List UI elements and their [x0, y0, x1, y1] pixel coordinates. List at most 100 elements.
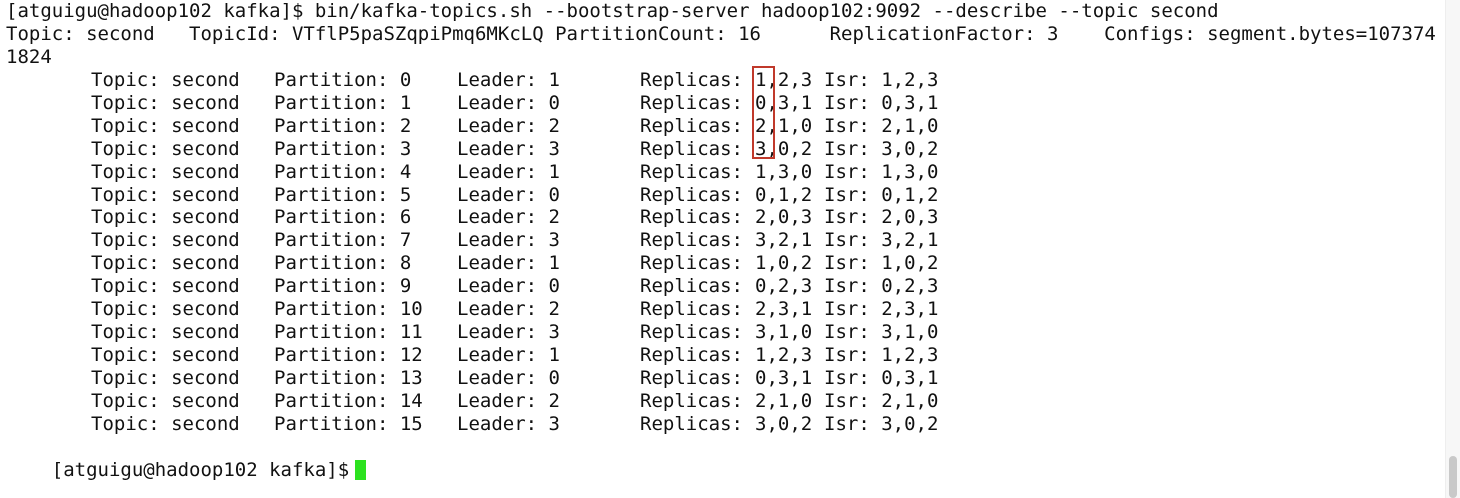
partition-replicas-label: Replicas:	[640, 343, 755, 366]
partition-topic: Topic: second	[91, 229, 240, 252]
partition-replicas-label: Replicas:	[640, 69, 755, 91]
partition-leader: Leader: 2	[457, 389, 560, 412]
partition-replicas: 2,1,0	[755, 389, 813, 412]
partition-leader: Leader: 1	[457, 343, 560, 366]
topic-summary-line: Topic: second TopicId: VTflP5paSZqpiPmq6…	[6, 23, 1436, 45]
partition-number: Partition: 7	[274, 229, 412, 252]
partition-number: Partition: 11	[274, 320, 423, 343]
partition-isr: Isr: 1,2,3	[824, 343, 939, 366]
partition-topic: Topic: second	[91, 206, 240, 229]
partition-replicas: 2,0,3	[755, 206, 813, 229]
partition-replicas: 0,2,3	[755, 275, 813, 298]
partition-topic: Topic: second	[91, 183, 240, 206]
partition-topic: Topic: second	[91, 137, 240, 160]
partition-isr: Isr: 2,1,0	[824, 389, 939, 412]
partition-leader: Leader: 3	[457, 137, 560, 160]
partition-isr: Isr: 1,0,2	[824, 252, 939, 275]
prompt-line[interactable]: [atguigu@hadoop102 kafka]$	[6, 436, 367, 481]
partition-number: Partition: 1	[274, 91, 412, 114]
partition-replicas: 2,3,1	[755, 298, 813, 320]
partition-replicas-label: Replicas:	[640, 298, 755, 320]
partition-replicas-label: Replicas:	[640, 160, 755, 183]
partition-replicas-label: Replicas:	[640, 320, 755, 343]
partition-number: Partition: 3	[274, 137, 412, 160]
partition-leader: Leader: 0	[457, 91, 560, 114]
partition-replicas: 1,2,3	[755, 343, 813, 366]
partition-topic: Topic: second	[91, 389, 240, 412]
partition-topic: Topic: second	[91, 160, 240, 183]
partition-number: Partition: 9	[274, 275, 412, 298]
partition-leader: Leader: 0	[457, 366, 560, 389]
vertical-scrollbar[interactable]	[1445, 0, 1460, 498]
partition-replicas: 0,1,2	[755, 183, 813, 206]
partition-number: Partition: 14	[274, 389, 423, 412]
command-line: [atguigu@hadoop102 kafka]$ bin/kafka-top…	[6, 0, 1219, 22]
partition-replicas-label: Replicas:	[640, 206, 755, 229]
partition-isr: Isr: 0,3,1	[824, 91, 939, 114]
scrollbar-thumb[interactable]	[1449, 456, 1457, 498]
partition-replicas-label: Replicas:	[640, 91, 755, 114]
partition-number: Partition: 12	[274, 343, 423, 366]
partition-isr: Isr: 0,3,1	[824, 366, 939, 389]
replica-leader-highlight-box	[752, 66, 775, 159]
partition-isr: Isr: 3,2,1	[824, 229, 939, 252]
partition-replicas: 3,2,1	[755, 229, 813, 252]
partition-number: Partition: 2	[274, 114, 412, 137]
partition-leader: Leader: 0	[457, 183, 560, 206]
partition-isr: Isr: 2,0,3	[824, 206, 939, 229]
partition-topic: Topic: second	[91, 366, 240, 389]
partition-topic: Topic: second	[91, 412, 240, 435]
partition-isr: Isr: 2,3,1	[824, 298, 939, 320]
partition-number: Partition: 8	[274, 252, 412, 275]
partition-replicas-label: Replicas:	[640, 114, 755, 137]
partition-isr: Isr: 1,2,3	[824, 69, 939, 91]
partition-replicas-label: Replicas:	[640, 366, 755, 389]
partition-number: Partition: 15	[274, 412, 423, 435]
partition-number: Partition: 5	[274, 183, 412, 206]
partition-replicas-label: Replicas:	[640, 275, 755, 298]
partition-replicas-label: Replicas:	[640, 412, 755, 435]
partition-replicas-label: Replicas:	[640, 389, 755, 412]
partition-topic: Topic: second	[91, 114, 240, 137]
partition-isr: Isr: 3,0,2	[824, 412, 939, 435]
partition-topic: Topic: second	[91, 69, 240, 91]
partition-leader: Leader: 2	[457, 298, 560, 320]
partition-replicas: 3,1,0	[755, 320, 813, 343]
partition-topic: Topic: second	[91, 275, 240, 298]
partition-isr: Isr: 3,0,2	[824, 137, 939, 160]
shell-prompt: [atguigu@hadoop102 kafka]$	[51, 459, 350, 481]
partition-leader: Leader: 1	[457, 160, 560, 183]
partition-isr: Isr: 0,1,2	[824, 183, 939, 206]
partition-replicas: 0,3,1	[755, 366, 813, 389]
partition-leader: Leader: 3	[457, 320, 560, 343]
partition-number: Partition: 4	[274, 160, 412, 183]
topic-summary-wrap: 1824	[6, 46, 52, 68]
partition-topic: Topic: second	[91, 343, 240, 366]
partition-replicas-label: Replicas:	[640, 252, 755, 275]
block-cursor-icon	[355, 460, 367, 480]
partition-number: Partition: 10	[274, 298, 423, 320]
partition-leader: Leader: 3	[457, 229, 560, 252]
partition-topic: Topic: second	[91, 91, 240, 114]
terminal-window[interactable]: [atguigu@hadoop102 kafka]$ bin/kafka-top…	[0, 0, 1446, 498]
partition-number: Partition: 0	[274, 69, 412, 91]
partition-replicas-label: Replicas:	[640, 229, 755, 252]
partition-leader: Leader: 1	[457, 252, 560, 275]
partition-leader: Leader: 3	[457, 412, 560, 435]
partition-topic: Topic: second	[91, 320, 240, 343]
partition-replicas: 1,3,0	[755, 160, 813, 183]
partition-replicas: 1,0,2	[755, 252, 813, 275]
partition-replicas: 3,0,2	[755, 412, 813, 435]
partition-isr: Isr: 1,3,0	[824, 160, 939, 183]
partition-number: Partition: 6	[274, 206, 412, 229]
partition-leader: Leader: 2	[457, 114, 560, 137]
partition-isr: Isr: 0,2,3	[824, 275, 939, 298]
partition-leader: Leader: 0	[457, 275, 560, 298]
partition-leader: Leader: 1	[457, 69, 560, 91]
partition-replicas-label: Replicas:	[640, 183, 755, 206]
partition-topic: Topic: second	[91, 298, 240, 320]
partition-isr: Isr: 3,1,0	[824, 320, 939, 343]
partition-number: Partition: 13	[274, 366, 423, 389]
partition-replicas-label: Replicas:	[640, 137, 755, 160]
partition-topic: Topic: second	[91, 252, 240, 275]
